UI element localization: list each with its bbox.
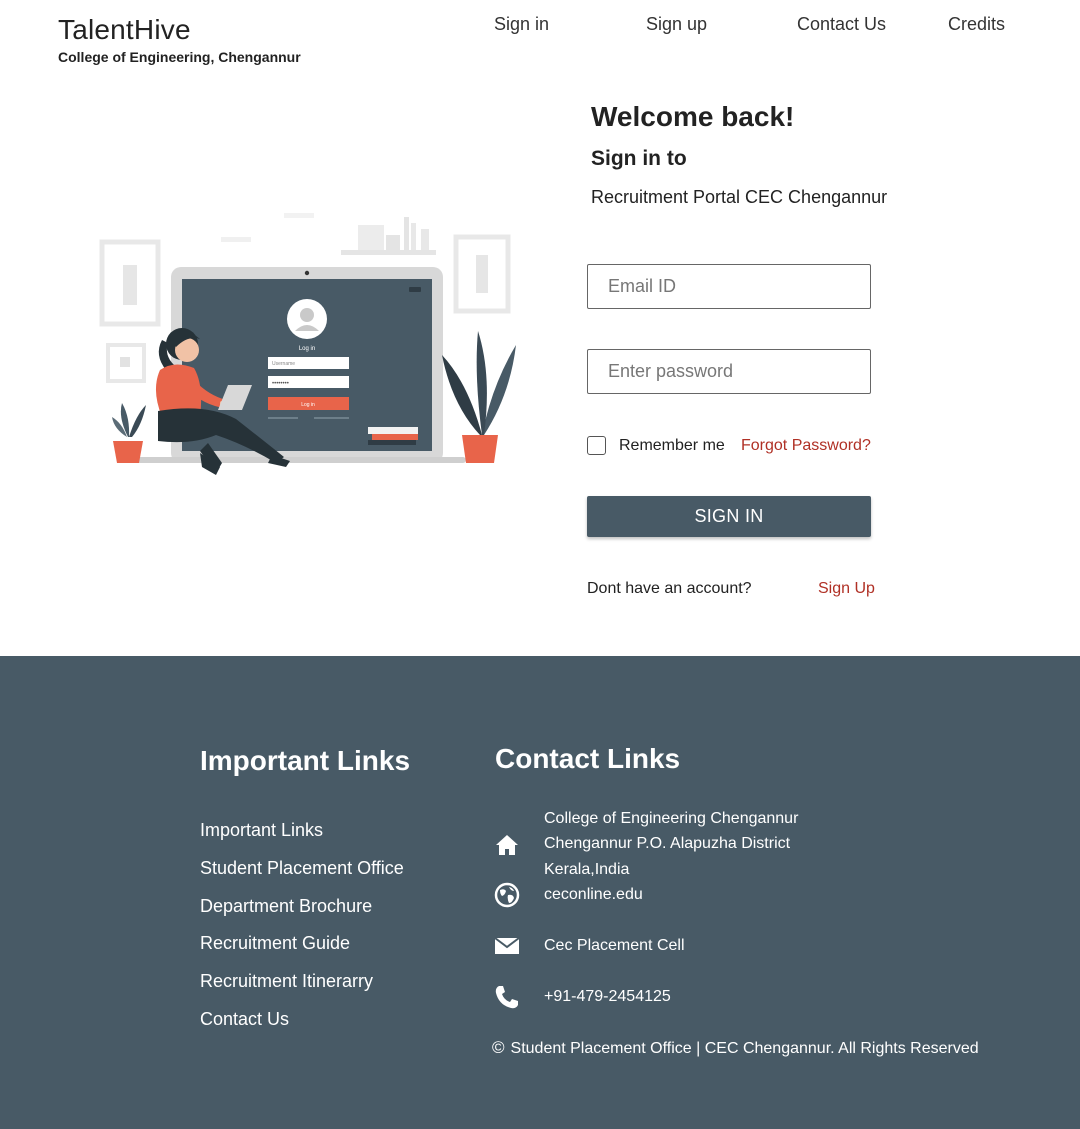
copyright-icon: © — [492, 1038, 505, 1057]
mail-icon — [494, 937, 520, 954]
address-line-1: College of Engineering Chengannur — [544, 810, 799, 827]
login-illustration: Log in Username •••••••• Log in — [96, 205, 526, 480]
nav-credits[interactable]: Credits — [948, 14, 1005, 35]
site-footer: Important Links Important Links Student … — [0, 656, 1080, 1129]
important-links-heading: Important Links — [200, 745, 411, 776]
contact-links-heading: Contact Links — [495, 743, 681, 774]
welcome-heading: Welcome back! — [591, 101, 795, 132]
website-link[interactable]: ceconline.edu — [544, 886, 643, 904]
footer-link-guide[interactable]: Recruitment Guide — [200, 933, 350, 954]
email-input[interactable] — [587, 264, 871, 309]
illustration-username: Username — [272, 361, 295, 367]
nav-contact-us[interactable]: Contact Us — [797, 14, 886, 35]
footer-link-contact[interactable]: Contact Us — [200, 1009, 289, 1030]
no-account-text: Dont have an account? — [587, 580, 752, 597]
phone-number[interactable]: +91-479-2454125 — [544, 988, 671, 1006]
remember-me-label[interactable]: Remember me — [619, 437, 725, 455]
site-header: TalentHive College of Engineering, Cheng… — [0, 0, 1080, 80]
portal-name: Recruitment Portal CEC Chengannur — [591, 187, 888, 207]
illustration-password: •••••••• — [272, 381, 289, 387]
address-line-3: Kerala,India — [544, 861, 630, 878]
copyright-notice: © Student Placement Office | CEC Chengann… — [492, 1038, 979, 1058]
password-input[interactable] — [587, 349, 871, 394]
footer-link-placement-office[interactable]: Student Placement Office — [200, 858, 404, 879]
footer-link-itinerary[interactable]: Recruitment Itinerarry — [200, 971, 373, 992]
globe-icon — [494, 882, 520, 908]
nav-sign-up[interactable]: Sign up — [646, 14, 707, 35]
footer-link-brochure[interactable]: Department Brochure — [200, 896, 372, 917]
phone-icon — [495, 986, 518, 1009]
address-line-2: Chengannur P.O. Alapuzha District — [544, 835, 791, 852]
brand-title[interactable]: TalentHive — [58, 14, 191, 46]
sign-in-button[interactable]: SIGN IN — [587, 496, 871, 537]
sign-up-link[interactable]: Sign Up — [818, 580, 875, 598]
sign-in-to-heading: Sign in to — [591, 147, 687, 170]
footer-link-important[interactable]: Important Links — [200, 820, 323, 841]
brand-subtitle: College of Engineering, Chengannur — [58, 49, 301, 65]
illustration-login-button: Log in — [301, 402, 315, 408]
login-illustration-svg: Log in Username •••••••• Log in — [99, 213, 516, 475]
illustration-login-title: Log in — [299, 346, 315, 352]
home-icon — [496, 835, 518, 855]
nav-sign-in[interactable]: Sign in — [494, 14, 549, 35]
forgot-password-link[interactable]: Forgot Password? — [741, 437, 871, 455]
email-contact[interactable]: Cec Placement Cell — [544, 937, 685, 955]
remember-me-checkbox[interactable] — [587, 436, 606, 455]
copyright-text: Student Placement Office | CEC Chengannu… — [510, 1040, 979, 1057]
